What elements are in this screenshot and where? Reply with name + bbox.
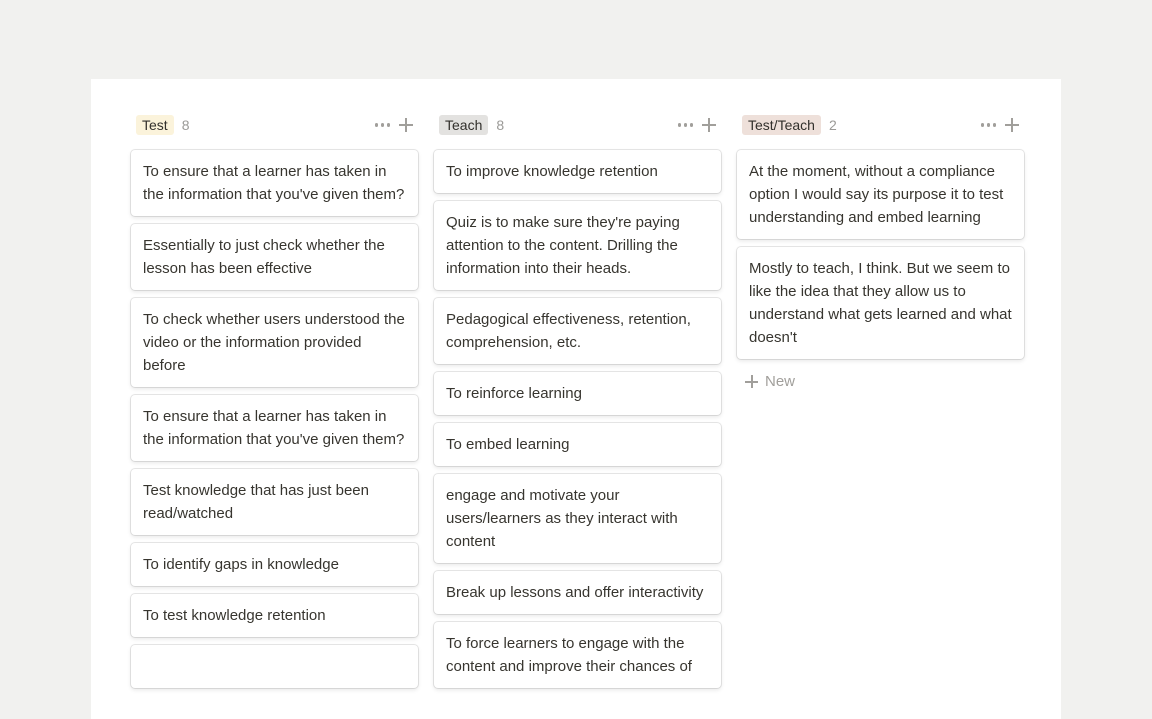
- column-test-teach: Test/Teach 2 At the moment, without a co…: [737, 114, 1024, 390]
- card[interactable]: To reinforce learning: [434, 372, 721, 415]
- card-list: At the moment, without a compliance opti…: [737, 150, 1024, 359]
- card[interactable]: To ensure that a learner has taken in th…: [131, 150, 418, 216]
- card[interactable]: At the moment, without a compliance opti…: [737, 150, 1024, 239]
- card-count: 2: [828, 117, 837, 133]
- card-partial[interactable]: [131, 645, 418, 688]
- card[interactable]: Pedagogical effectiveness, retention, co…: [434, 298, 721, 364]
- column-teach: Teach 8 To improve knowledge retention Q…: [434, 114, 721, 688]
- header-actions: [374, 114, 413, 136]
- card[interactable]: To improve knowledge retention: [434, 150, 721, 193]
- more-options-icon[interactable]: [677, 117, 695, 133]
- card[interactable]: To ensure that a learner has taken in th…: [131, 395, 418, 461]
- more-options-icon[interactable]: [980, 117, 998, 133]
- card[interactable]: To test knowledge retention: [131, 594, 418, 637]
- card[interactable]: To embed learning: [434, 423, 721, 466]
- card-count: 8: [181, 117, 190, 133]
- more-options-icon[interactable]: [374, 117, 392, 133]
- column-header: Test/Teach 2: [737, 114, 1024, 136]
- card[interactable]: Quiz is to make sure they're paying atte…: [434, 201, 721, 290]
- card-count: 8: [496, 117, 505, 133]
- new-card-button[interactable]: New: [737, 373, 1024, 390]
- card[interactable]: engage and motivate your users/learners …: [434, 474, 721, 563]
- card[interactable]: Mostly to teach, I think. But we seem to…: [737, 247, 1024, 359]
- card[interactable]: Test knowledge that has just been read/w…: [131, 469, 418, 535]
- add-card-icon[interactable]: [702, 118, 716, 132]
- group-tag[interactable]: Test/Teach: [742, 115, 821, 135]
- new-card-label: New: [765, 373, 796, 390]
- card-list: To ensure that a learner has taken in th…: [131, 150, 418, 688]
- header-actions: [980, 114, 1019, 136]
- plus-icon: [745, 375, 758, 388]
- board: Test 8 To ensure that a learner has take…: [91, 79, 1061, 719]
- add-card-icon[interactable]: [399, 118, 413, 132]
- card[interactable]: Break up lessons and offer interactivity: [434, 571, 721, 614]
- card[interactable]: To force learners to engage with the con…: [434, 622, 721, 688]
- card[interactable]: To check whether users understood the vi…: [131, 298, 418, 387]
- card-list: To improve knowledge retention Quiz is t…: [434, 150, 721, 688]
- header-actions: [677, 114, 716, 136]
- group-tag[interactable]: Teach: [439, 115, 489, 135]
- column-test: Test 8 To ensure that a learner has take…: [131, 114, 418, 688]
- card[interactable]: To identify gaps in knowledge: [131, 543, 418, 586]
- add-card-icon[interactable]: [1005, 118, 1019, 132]
- group-tag[interactable]: Test: [136, 115, 174, 135]
- column-header: Teach 8: [434, 114, 721, 136]
- column-header: Test 8: [131, 114, 418, 136]
- card[interactable]: Essentially to just check whether the le…: [131, 224, 418, 290]
